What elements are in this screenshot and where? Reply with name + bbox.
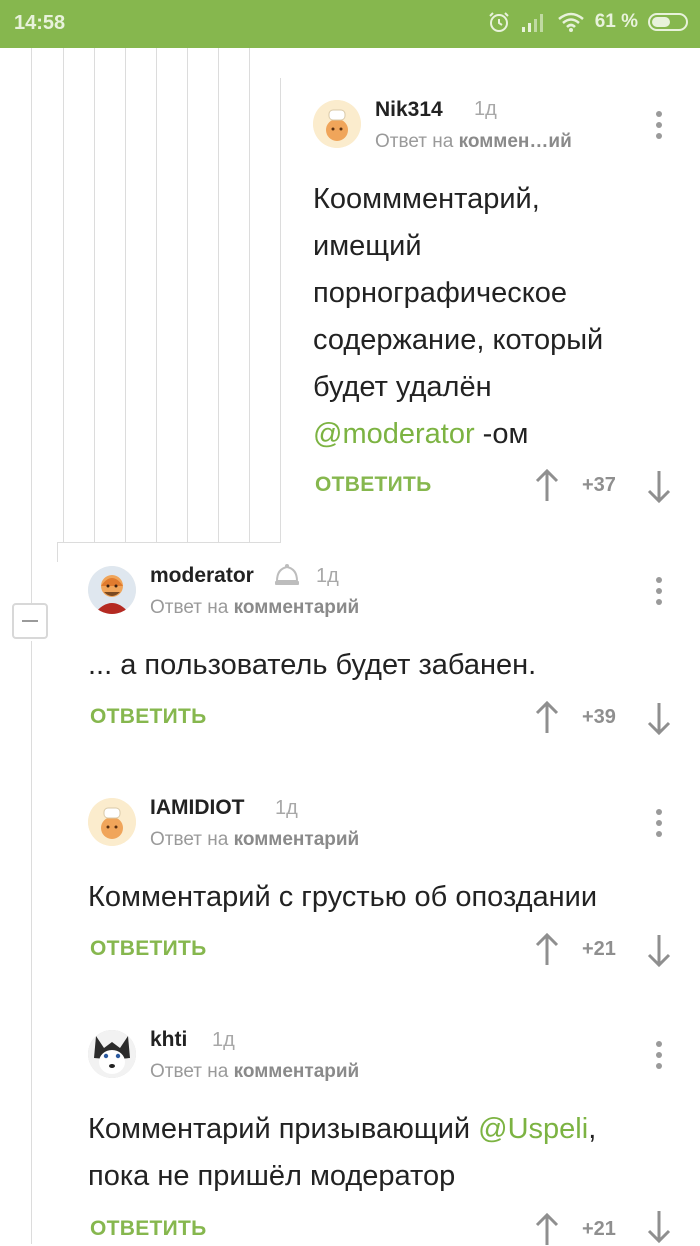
avatar[interactable] xyxy=(313,100,361,148)
username[interactable]: khti xyxy=(150,1028,187,1052)
thread-line xyxy=(31,641,32,1244)
score: +37 xyxy=(582,474,616,496)
reply-button[interactable]: ОТВЕТИТЬ xyxy=(315,473,432,497)
signal-icon xyxy=(521,14,543,32)
husky-avatar-icon xyxy=(88,1030,136,1078)
more-options-icon[interactable] xyxy=(655,1041,663,1075)
cook-avatar-icon xyxy=(313,100,361,148)
username[interactable]: moderator xyxy=(150,564,254,588)
collapse-thread-button[interactable] xyxy=(12,603,48,639)
downvote-icon[interactable] xyxy=(646,934,672,968)
reply-button[interactable]: ОТВЕТИТЬ xyxy=(90,937,207,961)
comment-time: 1д xyxy=(474,98,497,120)
reply-to[interactable]: Ответ на комментарий xyxy=(150,1061,359,1083)
comment-body: Комментарий призывающий @Uspeli, пока не… xyxy=(88,1113,597,1192)
reply-to[interactable]: Ответ на комментарий xyxy=(150,829,359,851)
thread-line xyxy=(63,48,64,542)
comment-body: Кооммментарий, имещий порнографическое с… xyxy=(313,183,604,450)
username[interactable]: IAMIDIOT xyxy=(150,796,245,820)
thread-line xyxy=(187,48,188,542)
reply-to[interactable]: Ответ на коммен…ий xyxy=(375,131,572,153)
upvote-icon[interactable] xyxy=(534,468,560,502)
mention-link[interactable]: @Uspeli xyxy=(478,1113,588,1145)
more-options-icon[interactable] xyxy=(655,111,663,145)
thread-line xyxy=(94,48,95,542)
avatar[interactable] xyxy=(88,798,136,846)
more-options-icon[interactable] xyxy=(655,809,663,843)
score: +21 xyxy=(582,938,616,960)
moderator-badge-icon xyxy=(275,564,299,585)
comment-time: 1д xyxy=(212,1029,235,1051)
status-bar: 14:58 61 % xyxy=(0,0,700,48)
thread-line xyxy=(57,542,281,543)
comment-time: 1д xyxy=(316,565,339,587)
more-options-icon[interactable] xyxy=(655,577,663,611)
thread-line xyxy=(156,48,157,542)
warrior-avatar-icon xyxy=(88,566,136,614)
thread-line xyxy=(249,48,250,542)
avatar[interactable] xyxy=(88,1030,136,1078)
downvote-icon[interactable] xyxy=(646,470,672,504)
reply-button[interactable]: ОТВЕТИТЬ xyxy=(90,705,207,729)
avatar[interactable] xyxy=(88,566,136,614)
thread-line xyxy=(125,48,126,542)
reply-button[interactable]: ОТВЕТИТЬ xyxy=(90,1217,207,1241)
mention-link[interactable]: @moderator xyxy=(313,418,475,450)
thread-line xyxy=(31,48,32,603)
username[interactable]: Nik314 xyxy=(375,98,443,122)
comment-body: ... а пользователь будет забанен. xyxy=(88,649,537,681)
downvote-icon[interactable] xyxy=(646,702,672,736)
comment-time: 1д xyxy=(275,797,298,819)
battery-percent: 61 % xyxy=(594,11,638,32)
score: +21 xyxy=(582,1218,616,1240)
downvote-icon[interactable] xyxy=(646,1210,672,1244)
cook-avatar-icon xyxy=(88,798,136,846)
score: +39 xyxy=(582,706,616,728)
battery-icon xyxy=(648,13,688,31)
upvote-icon[interactable] xyxy=(534,932,560,966)
thread-line xyxy=(57,542,58,562)
wifi-icon xyxy=(557,12,584,32)
thread-line xyxy=(280,78,281,542)
comment-body: Комментарий с грустью об опоздании xyxy=(88,881,598,913)
reply-to[interactable]: Ответ на комментарий xyxy=(150,597,359,619)
status-time: 14:58 xyxy=(14,12,66,34)
upvote-icon[interactable] xyxy=(534,700,560,734)
alarm-icon xyxy=(488,12,509,32)
thread-line xyxy=(218,48,219,542)
upvote-icon[interactable] xyxy=(534,1212,560,1246)
